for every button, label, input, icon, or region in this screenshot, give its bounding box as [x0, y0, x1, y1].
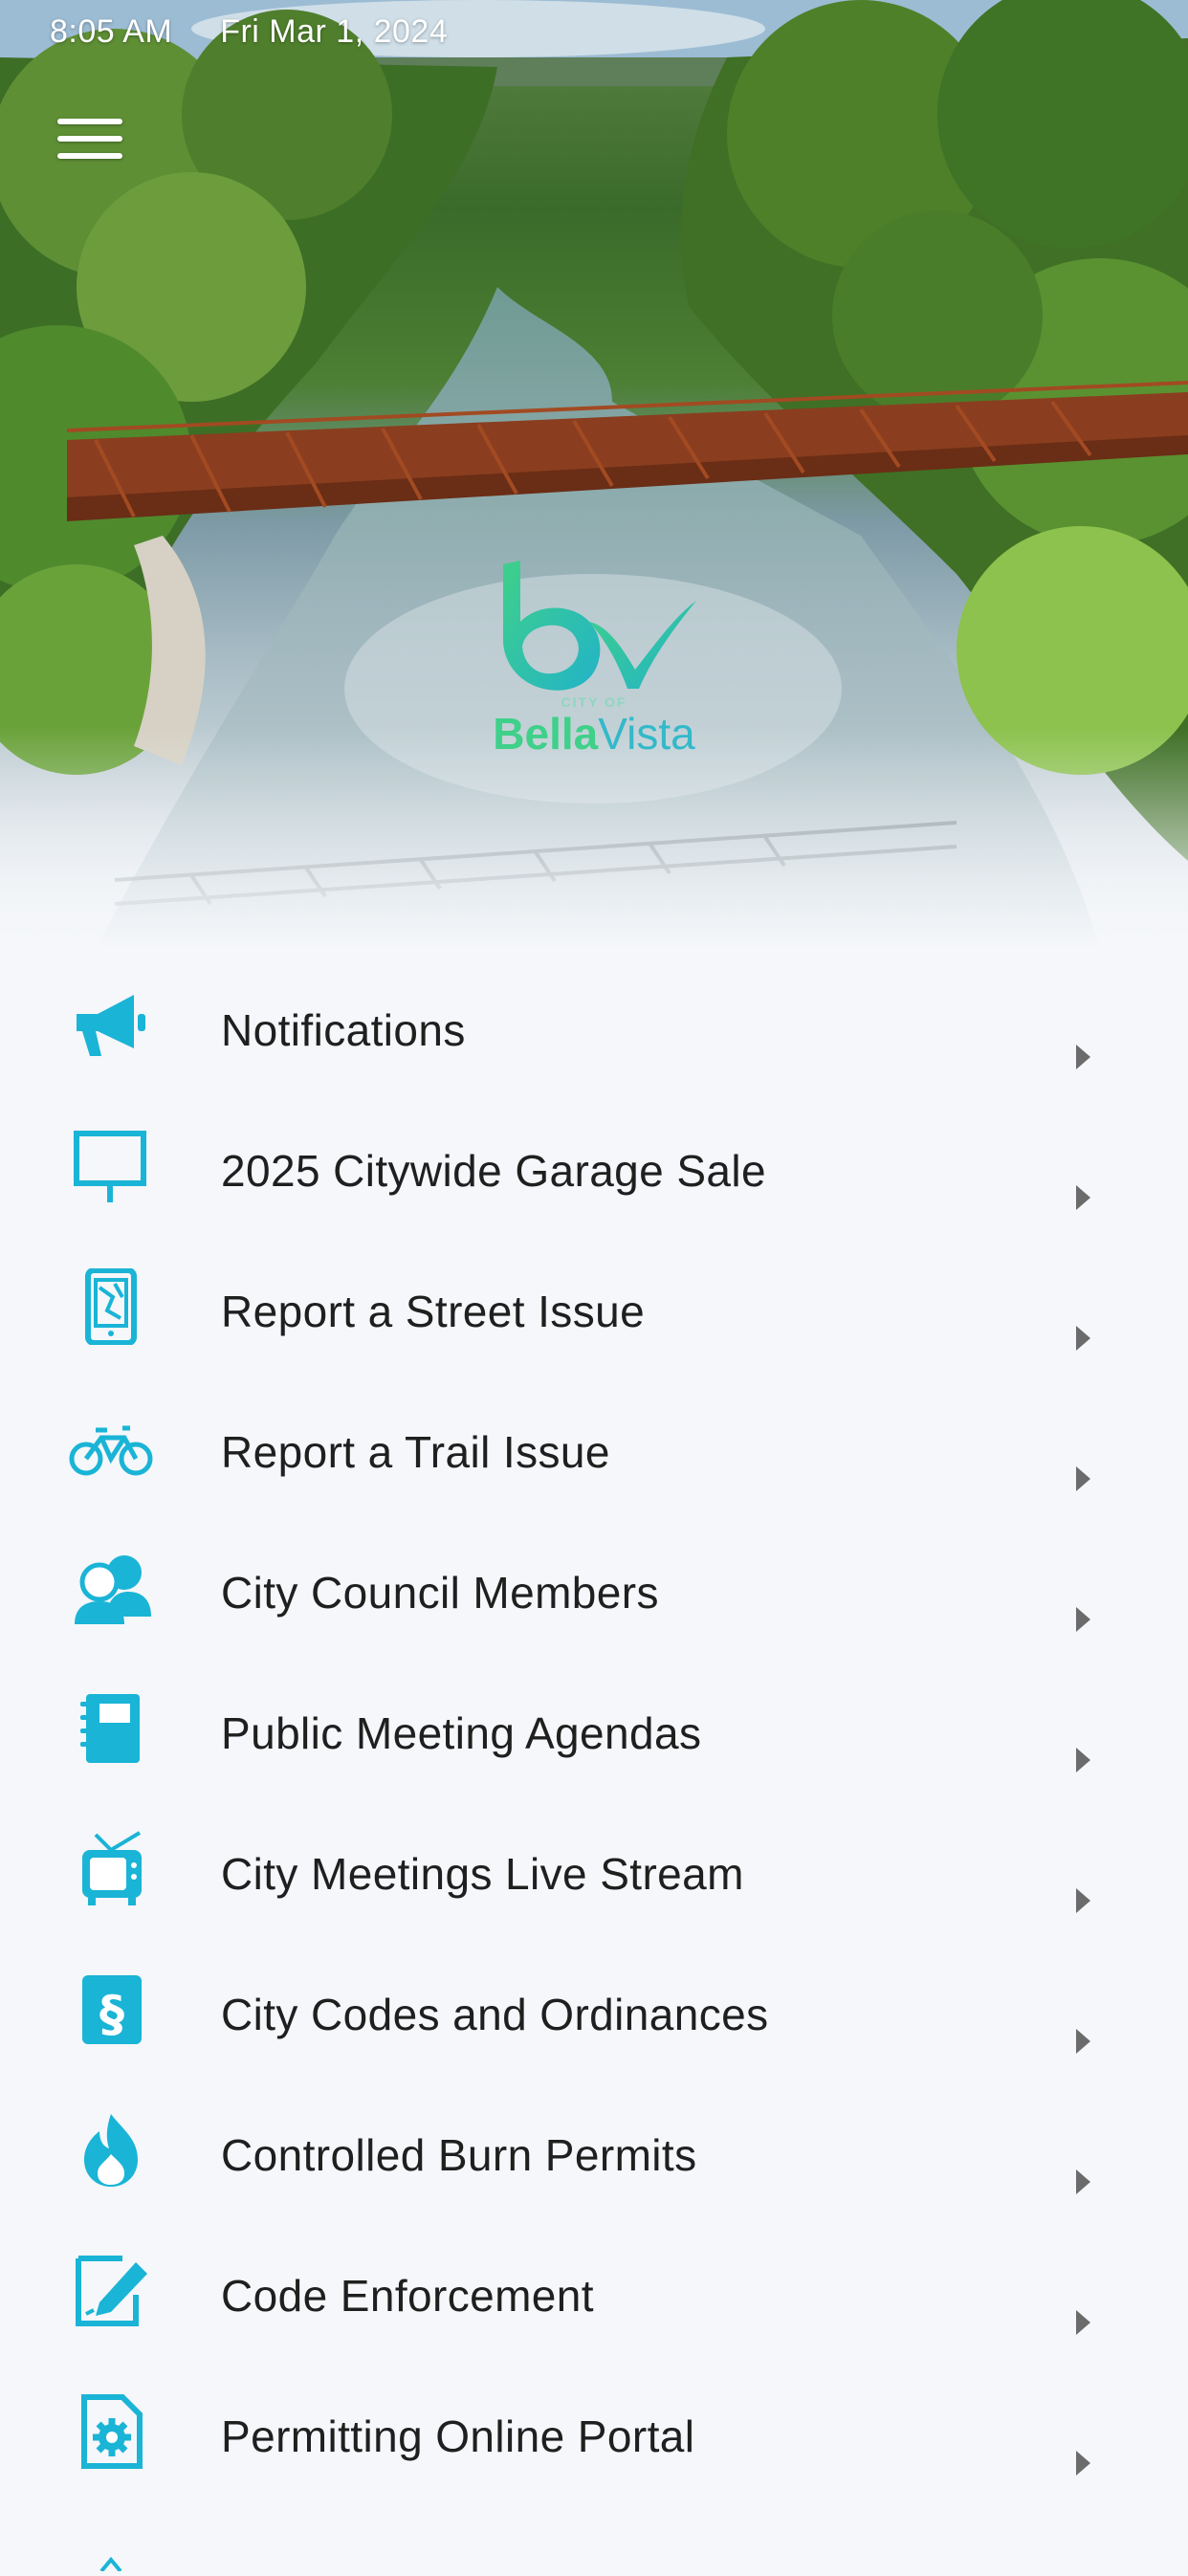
hero-banner: 8:05 AM Fri Mar 1, 2024 CITY OF BellaVis…: [0, 0, 1188, 949]
menu-item-trail-issue[interactable]: Report a Trail Issue: [0, 1378, 1188, 1519]
chevron-right-icon: [1076, 1185, 1090, 1210]
people-icon: [69, 1550, 155, 1626]
signboard-icon: [69, 1128, 155, 1204]
gear-document-icon: [69, 2393, 155, 2470]
status-bar: 8:05 AM Fri Mar 1, 2024: [50, 13, 486, 51]
svg-text:§: §: [99, 1986, 124, 2043]
chevron-right-icon: [1076, 1045, 1090, 1069]
menu-item-council[interactable]: City Council Members: [0, 1519, 1188, 1660]
megaphone-icon: [69, 987, 155, 1064]
menu-item-city-codes[interactable]: § City Codes and Ordinances: [0, 1941, 1188, 2081]
menu-item-street-issue[interactable]: Report a Street Issue: [0, 1238, 1188, 1378]
edit-document-icon: [69, 2253, 155, 2329]
menu-item-burn-permits[interactable]: Controlled Burn Permits: [0, 2081, 1188, 2222]
chevron-right-icon: [1076, 1326, 1090, 1351]
menu-item-garage-sale[interactable]: 2025 Citywide Garage Sale: [0, 1097, 1188, 1238]
menu-label: City Council Members: [221, 1568, 659, 1618]
hamburger-menu-icon[interactable]: [57, 119, 122, 166]
logo-name: BellaVista: [493, 709, 695, 759]
notebook-icon: [69, 1690, 155, 1767]
menu-item-agendas[interactable]: Public Meeting Agendas: [0, 1660, 1188, 1800]
chevron-right-icon: [1076, 2029, 1090, 2054]
main-menu-list: Notifications 2025 Citywide Garage Sale …: [0, 957, 1188, 2503]
menu-label: Public Meeting Agendas: [221, 1708, 702, 1758]
chevron-right-icon: [1076, 2169, 1090, 2194]
menu-label: Notifications: [221, 1005, 466, 1055]
menu-label: Report a Street Issue: [221, 1287, 646, 1336]
status-time: 8:05 AM: [50, 13, 173, 50]
menu-item-live-stream[interactable]: City Meetings Live Stream: [0, 1800, 1188, 1941]
menu-label: Permitting Online Portal: [221, 2411, 695, 2461]
partial-next-item-icon: [92, 2556, 130, 2573]
river-bridge-photo: [0, 0, 1188, 949]
city-logo: CITY OF BellaVista: [484, 555, 704, 759]
section-book-icon: §: [69, 1971, 155, 2048]
bv-logo-mark: [503, 561, 696, 691]
menu-label: City Meetings Live Stream: [221, 1849, 744, 1899]
chevron-right-icon: [1076, 2310, 1090, 2335]
chevron-right-icon: [1076, 1466, 1090, 1491]
chevron-right-icon: [1076, 1607, 1090, 1632]
chevron-right-icon: [1076, 1888, 1090, 1913]
menu-label: Report a Trail Issue: [221, 1427, 610, 1477]
menu-item-code-enforcement[interactable]: Code Enforcement: [0, 2222, 1188, 2363]
flame-icon: [69, 2112, 155, 2189]
bicycle-icon: [69, 1409, 155, 1486]
menu-label: 2025 Citywide Garage Sale: [221, 1146, 766, 1196]
menu-label: Code Enforcement: [221, 2271, 594, 2321]
chevron-right-icon: [1076, 1748, 1090, 1772]
menu-label: City Codes and Ordinances: [221, 1990, 769, 2039]
phone-map-icon: [69, 1267, 155, 1346]
menu-item-permitting-portal[interactable]: Permitting Online Portal: [0, 2363, 1188, 2503]
status-date: Fri Mar 1, 2024: [220, 13, 449, 50]
chevron-right-icon: [1076, 2451, 1090, 2476]
menu-label: Controlled Burn Permits: [221, 2130, 697, 2180]
menu-item-notifications[interactable]: Notifications: [0, 957, 1188, 1097]
tv-icon: [69, 1831, 155, 1907]
